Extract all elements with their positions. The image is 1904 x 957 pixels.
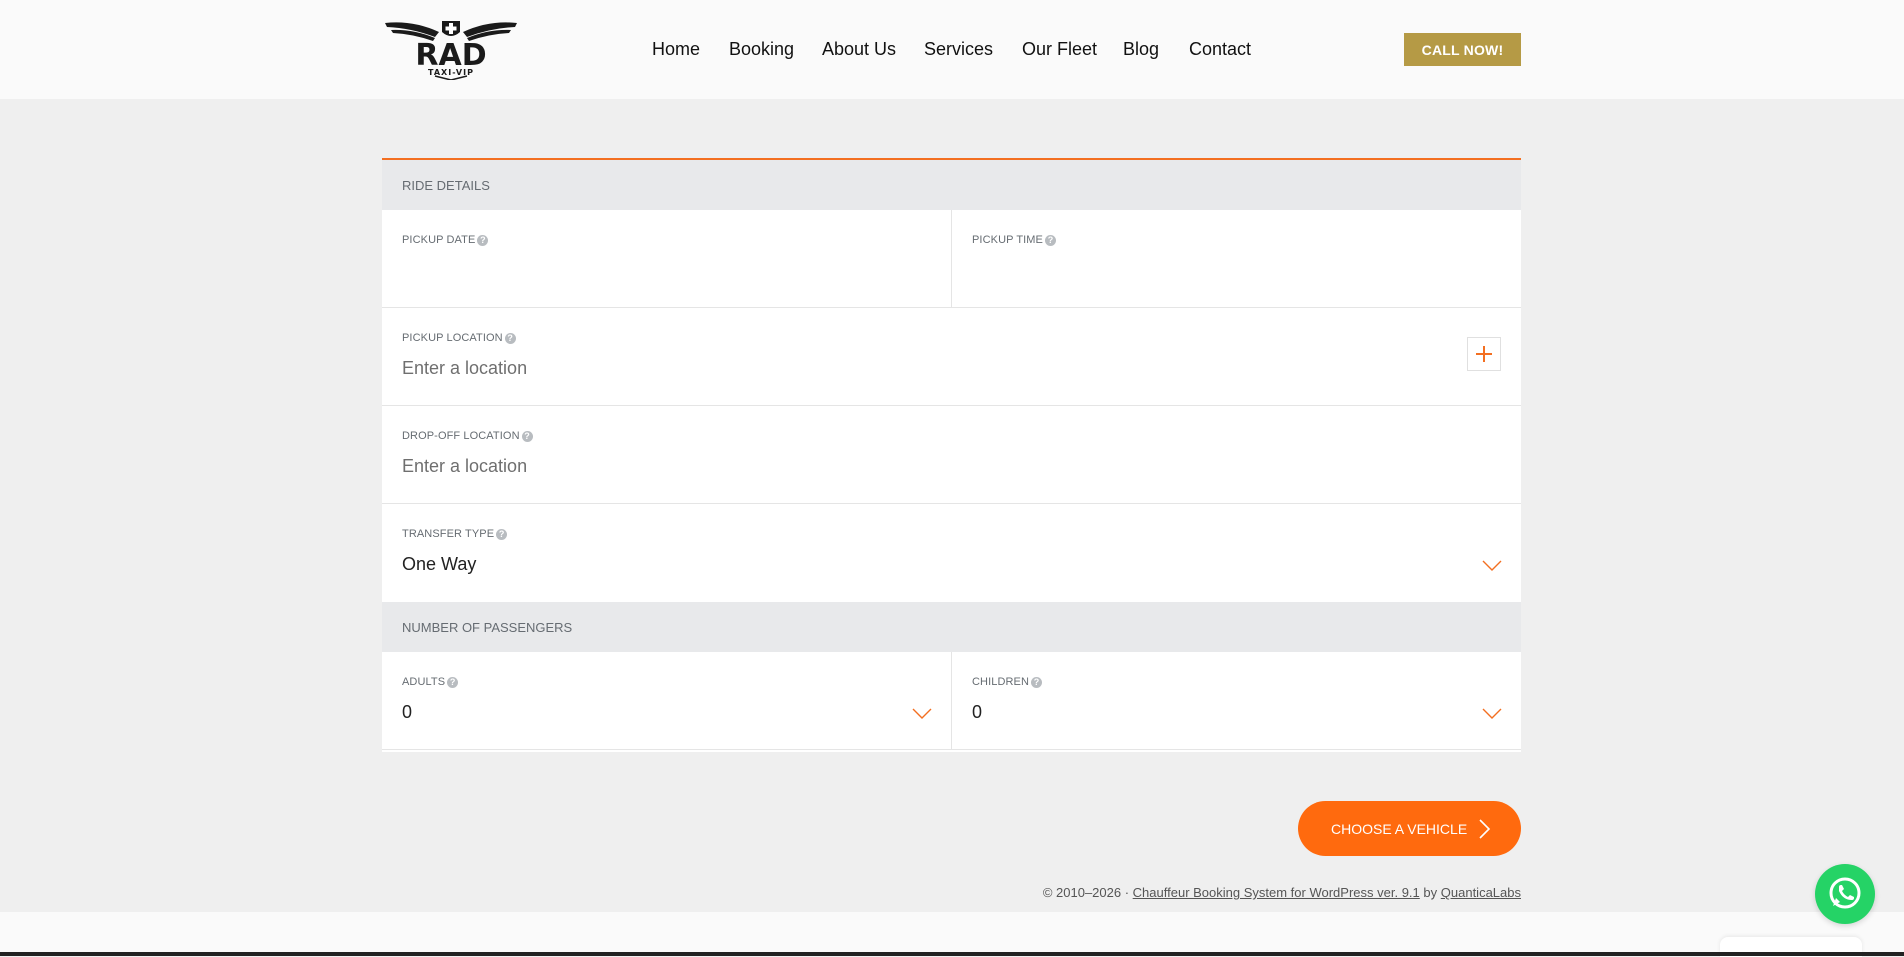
children-select[interactable]: 0: [972, 702, 982, 723]
transfer-type-field[interactable]: TRANSFER TYPE? One Way: [382, 504, 1521, 602]
booking-form: RIDE DETAILS PICKUP DATE? PICKUP TIME? P…: [382, 158, 1521, 752]
by-text: by: [1423, 885, 1438, 900]
add-waypoint-button[interactable]: [1467, 337, 1501, 371]
chevron-down-icon[interactable]: [1482, 708, 1502, 720]
dropoff-location-field: DROP-OFF LOCATION? Enter a location: [382, 406, 1521, 504]
children-field[interactable]: CHILDREN? 0: [952, 652, 1521, 750]
copyright-text: © 2010–2026 ·: [1042, 885, 1130, 900]
pickup-location-field: PICKUP LOCATION? Enter a location: [382, 308, 1521, 406]
chevron-right-icon: [1479, 819, 1491, 839]
chevron-down-icon[interactable]: [912, 708, 932, 720]
nav-contact[interactable]: Contact: [1189, 39, 1251, 60]
help-icon[interactable]: ?: [447, 677, 459, 688]
nav-services[interactable]: Services: [924, 39, 993, 60]
logo-wings-graphic: RAD TAXI-VIP: [385, 21, 517, 81]
help-icon[interactable]: ?: [521, 431, 533, 442]
plus-icon: [1476, 346, 1492, 362]
chevron-down-icon[interactable]: [1482, 560, 1502, 572]
whatsapp-button[interactable]: [1815, 864, 1875, 924]
nav-about-us[interactable]: About Us: [822, 39, 896, 60]
help-icon[interactable]: ?: [1045, 235, 1056, 246]
ride-details-heading: RIDE DETAILS: [382, 160, 1521, 210]
adults-field[interactable]: ADULTS? 0: [382, 652, 952, 750]
help-icon[interactable]: ?: [1031, 677, 1043, 688]
pickup-time-label: PICKUP TIME: [972, 234, 1043, 246]
call-now-button[interactable]: CALL NOW!: [1404, 33, 1521, 66]
plugin-link[interactable]: Chauffeur Booking System for WordPress v…: [1133, 885, 1420, 900]
help-icon[interactable]: ?: [504, 333, 516, 344]
site-logo[interactable]: RAD TAXI-VIP: [383, 18, 519, 81]
site-header: RAD TAXI-VIP Home Booking About Us Servi…: [0, 0, 1904, 99]
adults-select[interactable]: 0: [402, 702, 412, 723]
nav-booking[interactable]: Booking: [729, 39, 794, 60]
page-footer-band: [0, 912, 1904, 956]
choose-vehicle-label: CHOOSE A VEHICLE: [1331, 821, 1468, 837]
pickup-date-label: PICKUP DATE: [402, 234, 476, 246]
footer-credits: © 2010–2026 · Chauffeur Booking System f…: [1043, 885, 1521, 900]
passengers-heading: NUMBER OF PASSENGERS: [382, 602, 1521, 652]
transfer-type-label: TRANSFER TYPE: [402, 528, 495, 540]
pickup-date-field[interactable]: PICKUP DATE?: [382, 210, 952, 308]
nav-home[interactable]: Home: [652, 39, 700, 60]
transfer-type-select[interactable]: One Way: [402, 554, 476, 575]
whatsapp-icon: [1829, 877, 1861, 909]
dropoff-location-label: DROP-OFF LOCATION: [402, 430, 520, 442]
pickup-time-field[interactable]: PICKUP TIME?: [952, 210, 1521, 308]
pickup-location-input[interactable]: Enter a location: [402, 358, 527, 379]
author-link[interactable]: QuanticaLabs: [1441, 885, 1521, 900]
bottom-bar: [0, 952, 1904, 956]
adults-label: ADULTS: [402, 676, 446, 688]
nav-our-fleet[interactable]: Our Fleet: [1022, 39, 1097, 60]
choose-vehicle-button[interactable]: CHOOSE A VEHICLE: [1298, 801, 1521, 856]
help-icon[interactable]: ?: [477, 235, 489, 246]
children-label: CHILDREN: [972, 676, 1030, 688]
help-icon[interactable]: ?: [496, 529, 508, 540]
logo-subtext: TAXI-VIP: [428, 68, 474, 77]
dropoff-location-input[interactable]: Enter a location: [402, 456, 527, 477]
nav-blog[interactable]: Blog: [1123, 39, 1159, 60]
pickup-location-label: PICKUP LOCATION: [402, 332, 503, 344]
